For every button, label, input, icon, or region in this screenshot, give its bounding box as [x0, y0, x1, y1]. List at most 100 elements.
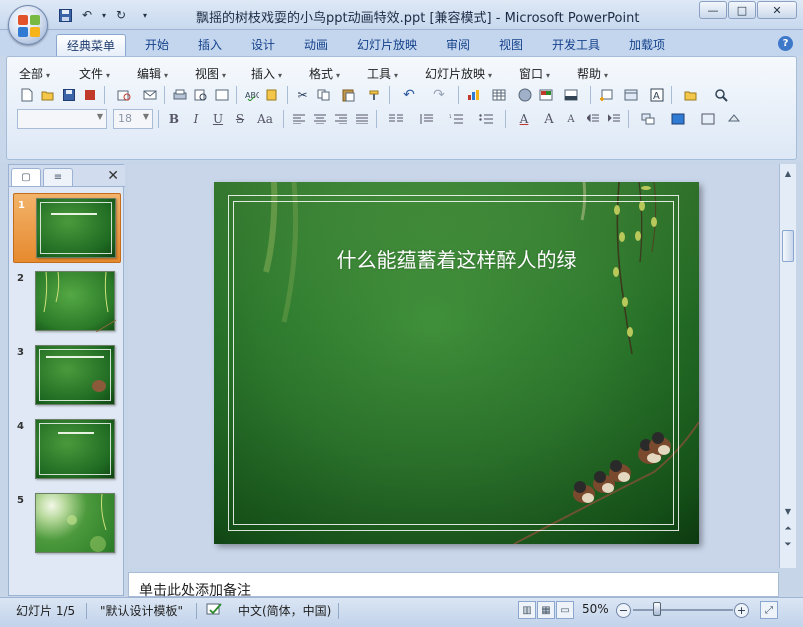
- menu-format[interactable]: 格式 ▾: [309, 65, 367, 82]
- normal-view-icon[interactable]: ▥: [518, 601, 536, 619]
- align-left-icon[interactable]: [289, 110, 308, 129]
- underline-button[interactable]: U: [208, 109, 228, 129]
- tab-classic-menu[interactable]: 经典菜单: [56, 34, 127, 56]
- undo-dropdown-icon[interactable]: ▾: [100, 6, 108, 24]
- save-icon[interactable]: [59, 85, 78, 104]
- tab-animations[interactable]: 动画: [294, 34, 338, 56]
- slide-thumbnail-5[interactable]: 5: [13, 489, 121, 559]
- customize-qat-icon[interactable]: ▾: [140, 6, 150, 24]
- slide-sorter-view-icon[interactable]: ▦: [537, 601, 555, 619]
- scroll-down-icon[interactable]: ▼: [781, 504, 795, 518]
- slide-thumbnail-2[interactable]: 2: [13, 267, 121, 337]
- tab-view[interactable]: 视图: [489, 34, 533, 56]
- cut-icon[interactable]: ✂: [293, 85, 312, 104]
- close-button[interactable]: ✕: [757, 1, 797, 19]
- tab-slide-show[interactable]: 幻灯片放映: [347, 34, 427, 56]
- office-button[interactable]: [8, 5, 48, 45]
- menu-view[interactable]: 视图 ▾: [195, 65, 251, 82]
- maximize-button[interactable]: □: [728, 1, 756, 19]
- help-icon[interactable]: ?: [778, 36, 793, 51]
- zoom-in-icon[interactable]: +: [734, 603, 749, 618]
- next-slide-icon[interactable]: ⏷: [781, 538, 795, 552]
- font-name-combo[interactable]: ▼: [17, 109, 107, 129]
- design-template[interactable]: "默认设计模板": [100, 602, 183, 619]
- close-pane-icon[interactable]: ✕: [107, 168, 119, 184]
- zoom-icon[interactable]: [707, 85, 735, 104]
- color-grayscale-icon[interactable]: [536, 85, 555, 104]
- toggle-view-icon[interactable]: [557, 85, 585, 104]
- font-size-combo[interactable]: 18 ▼: [113, 109, 153, 129]
- menu-insert[interactable]: 插入 ▾: [251, 65, 309, 82]
- scroll-thumb[interactable]: [782, 230, 794, 262]
- outline-tab[interactable]: ≡: [43, 168, 73, 186]
- redo-toolbar-icon[interactable]: ↷: [425, 85, 453, 104]
- research-icon[interactable]: [263, 85, 282, 104]
- menu-edit[interactable]: 编辑 ▾: [137, 65, 195, 82]
- line-spacing-icon[interactable]: [412, 110, 440, 129]
- notes-pane[interactable]: 单击此处添加备注: [128, 572, 779, 599]
- zoom-out-icon[interactable]: −: [616, 603, 631, 618]
- zoom-slider-knob[interactable]: [653, 602, 661, 616]
- slide-show-view-icon[interactable]: ▭: [556, 601, 574, 619]
- copy-icon[interactable]: [314, 85, 333, 104]
- arrange-icon[interactable]: [634, 110, 662, 129]
- menu-all[interactable]: 全部 ▾: [19, 65, 79, 82]
- change-case-button[interactable]: Aa: [252, 109, 278, 129]
- save-icon[interactable]: [56, 6, 74, 24]
- paste-icon[interactable]: [335, 85, 363, 104]
- minimize-button[interactable]: —: [699, 1, 727, 19]
- shape-fill-icon[interactable]: [724, 110, 743, 129]
- open-icon[interactable]: [38, 85, 57, 104]
- zoom-level[interactable]: 50%: [582, 602, 609, 616]
- menu-window[interactable]: 窗口 ▾: [519, 65, 577, 82]
- open-folder-icon[interactable]: [677, 85, 705, 104]
- zoom-slider-track[interactable]: [633, 609, 733, 611]
- strikethrough-button[interactable]: S: [230, 109, 250, 129]
- slide-layout-icon[interactable]: [212, 85, 231, 104]
- insert-chart-icon[interactable]: [464, 85, 483, 104]
- grow-font-button[interactable]: A: [539, 109, 559, 129]
- undo-toolbar-icon[interactable]: ↶: [395, 85, 423, 104]
- quick-styles-icon[interactable]: [664, 110, 692, 129]
- italic-button[interactable]: I: [186, 109, 206, 129]
- slides-tab[interactable]: ▢: [11, 168, 41, 186]
- spell-check-icon[interactable]: [206, 601, 224, 620]
- justify-icon[interactable]: [352, 110, 371, 129]
- permission-icon[interactable]: [80, 85, 99, 104]
- fit-to-window-icon[interactable]: ⤢: [760, 601, 778, 619]
- bullets-icon[interactable]: [472, 110, 500, 129]
- slide-thumbnail-1[interactable]: 1: [13, 193, 121, 263]
- decrease-indent-icon[interactable]: [583, 110, 602, 129]
- tab-insert[interactable]: 插入: [188, 34, 232, 56]
- align-center-icon[interactable]: [310, 110, 329, 129]
- tab-developer[interactable]: 开发工具: [542, 34, 610, 56]
- tab-home[interactable]: 开始: [135, 34, 179, 56]
- format-painter-icon[interactable]: [365, 85, 384, 104]
- preview-icon[interactable]: [191, 85, 210, 104]
- increase-indent-icon[interactable]: [604, 110, 623, 129]
- menu-file[interactable]: 文件 ▾: [79, 65, 137, 82]
- previous-slide-icon[interactable]: ⏶: [781, 522, 795, 536]
- scroll-up-icon[interactable]: ▲: [781, 166, 795, 180]
- email-icon[interactable]: [140, 85, 159, 104]
- menu-tools[interactable]: 工具 ▾: [367, 65, 425, 82]
- new-slide-icon[interactable]: [596, 85, 615, 104]
- menu-help[interactable]: 帮助 ▾: [577, 65, 627, 82]
- vertical-scrollbar[interactable]: ▲ ▼ ⏶ ⏷: [779, 164, 796, 568]
- slide-design-icon[interactable]: [617, 85, 645, 104]
- insert-shape-icon[interactable]: [515, 85, 534, 104]
- align-right-icon[interactable]: [331, 110, 350, 129]
- print-icon[interactable]: [170, 85, 189, 104]
- text-box-icon[interactable]: A: [647, 85, 666, 104]
- slide-thumbnail-4[interactable]: 4: [13, 415, 121, 485]
- slide-title-text[interactable]: 什么能蕴蓄着这样醉人的绿: [274, 244, 639, 273]
- font-color-button[interactable]: A: [511, 109, 537, 129]
- tab-add-ins[interactable]: 加载项: [619, 34, 675, 56]
- shape-outline-icon[interactable]: [694, 110, 722, 129]
- redo-icon[interactable]: ↻: [112, 6, 130, 24]
- slide-thumbnail-3[interactable]: 3: [13, 341, 121, 411]
- insert-table-icon[interactable]: [485, 85, 513, 104]
- current-slide[interactable]: 什么能蕴蓄着这样醉人的绿: [214, 182, 699, 544]
- tab-design[interactable]: 设计: [241, 34, 285, 56]
- spelling-icon[interactable]: ABC: [242, 85, 261, 104]
